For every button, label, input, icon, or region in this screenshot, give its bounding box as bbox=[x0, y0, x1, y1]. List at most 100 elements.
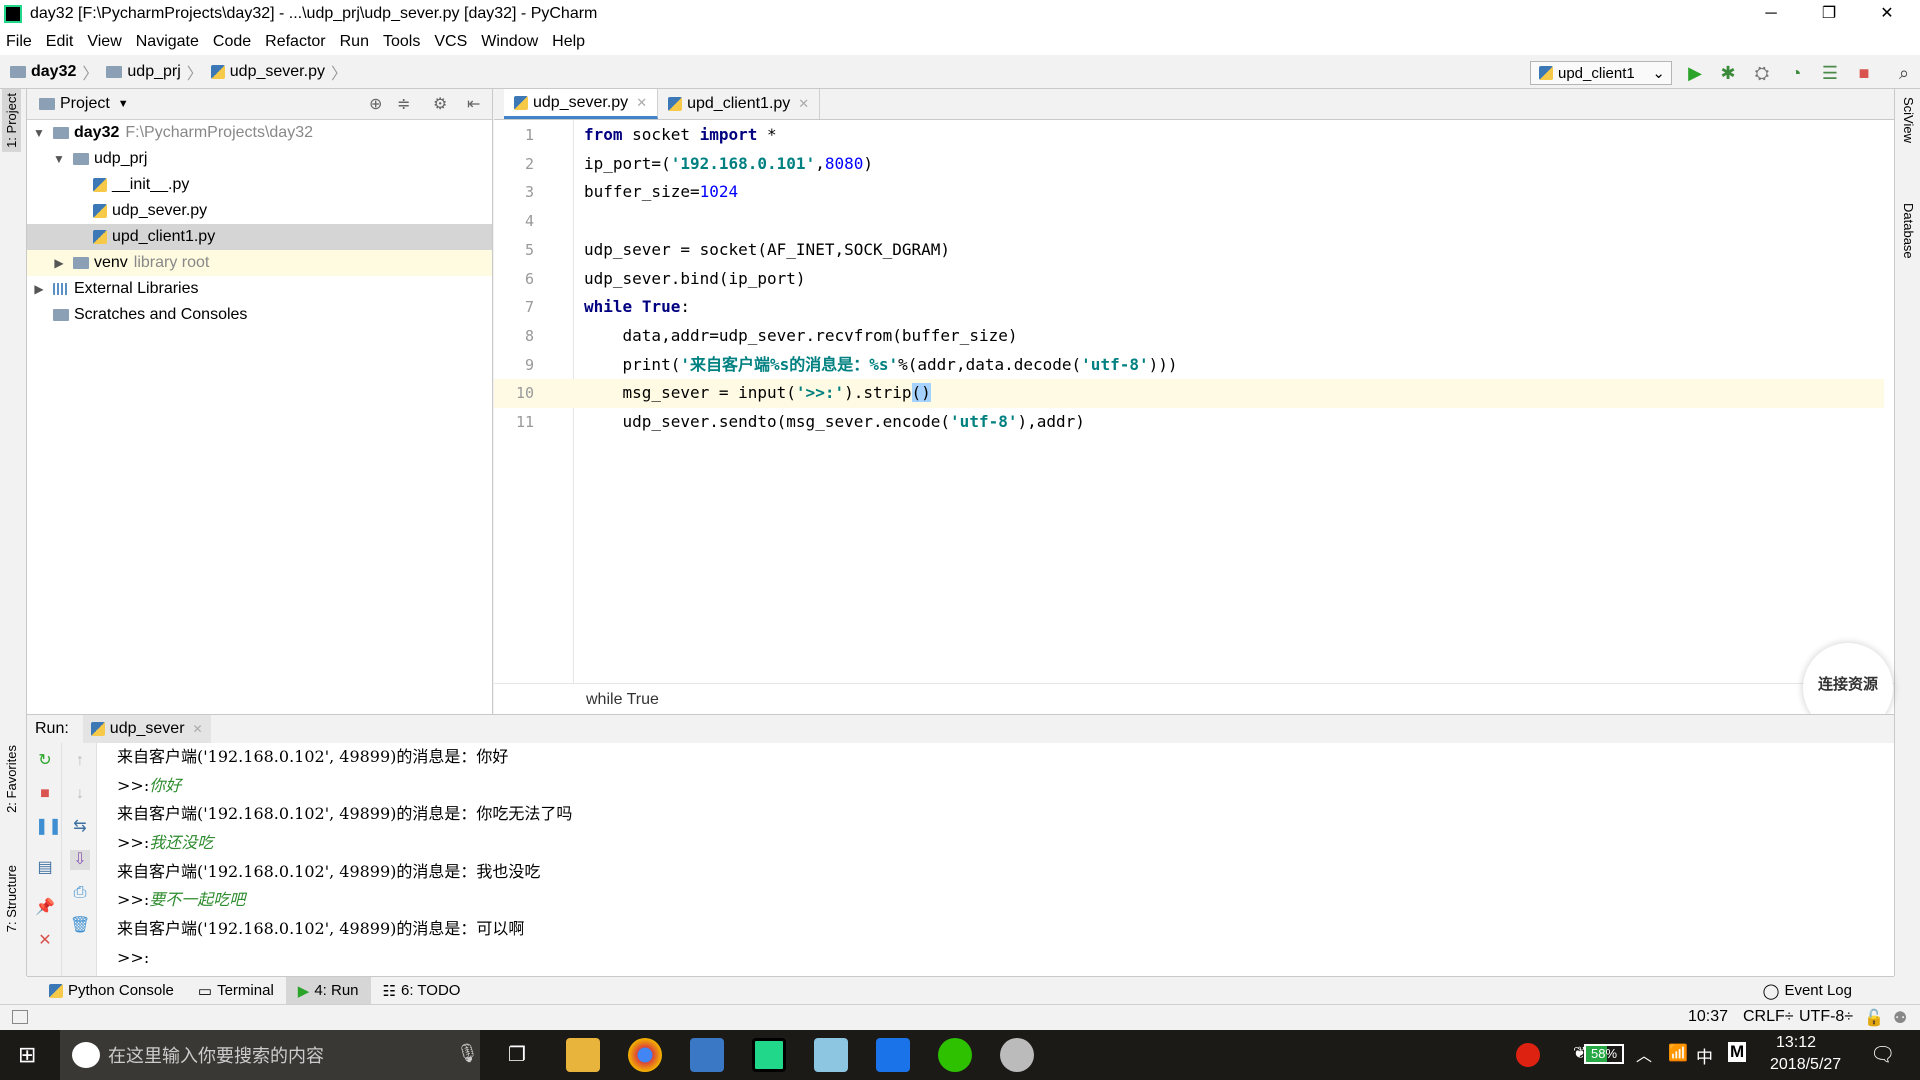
code-line[interactable]: 2 ip_port=('192.168.0.101',8080) bbox=[494, 150, 1884, 179]
menu-help[interactable]: Help bbox=[552, 33, 585, 51]
microphone-icon[interactable]: 🎙 bbox=[456, 1043, 479, 1064]
tree-item[interactable]: ▶ venv library root bbox=[27, 250, 492, 276]
file-explorer-icon[interactable] bbox=[566, 1038, 600, 1072]
chevron-up-icon[interactable]: ︿ bbox=[1636, 1042, 1652, 1066]
menu-tools[interactable]: Tools bbox=[383, 33, 420, 51]
restore-layout-icon[interactable]: ▤ bbox=[35, 858, 55, 878]
code-line[interactable]: 8 data,addr=udp_sever.recvfrom(buffer_si… bbox=[494, 322, 1884, 351]
app-icon[interactable] bbox=[814, 1038, 848, 1072]
ime-indicator[interactable]: 中 bbox=[1696, 1043, 1713, 1068]
scroll-to-end-icon[interactable]: ⇩ bbox=[70, 850, 90, 870]
collapse-all-icon[interactable]: ≑ bbox=[397, 94, 410, 114]
taskbar-search[interactable]: 在这里输入你要搜索的内容 🎙 bbox=[60, 1030, 480, 1080]
gear-icon[interactable]: ⚙ bbox=[433, 94, 447, 114]
expand-arrow-icon[interactable]: ▼ bbox=[51, 152, 67, 166]
concurrency-icon[interactable]: ☰ bbox=[1819, 62, 1841, 84]
menu-refactor[interactable]: Refactor bbox=[265, 33, 325, 51]
menu-view[interactable]: View bbox=[87, 33, 121, 51]
close-tab-icon[interactable]: ✕ bbox=[636, 95, 647, 111]
menu-vcs[interactable]: VCS bbox=[434, 33, 467, 51]
editor-tab[interactable]: upd_client1.py ✕ bbox=[658, 89, 821, 119]
action-center-icon[interactable]: 🗨 bbox=[1870, 1042, 1895, 1067]
code-line[interactable]: 11 udp_sever.sendto(msg_sever.encode('ut… bbox=[494, 408, 1884, 437]
menu-code[interactable]: Code bbox=[213, 33, 251, 51]
coverage-icon[interactable]: ⛭ bbox=[1751, 62, 1773, 84]
tool-tab-run[interactable]: ▶ 4: Run bbox=[285, 976, 371, 1005]
hide-panel-icon[interactable]: ⇤ bbox=[467, 94, 480, 114]
soft-wrap-icon[interactable]: ⇆ bbox=[70, 817, 90, 837]
stop-icon[interactable]: ■ bbox=[35, 784, 55, 804]
rerun-icon[interactable]: ↻ bbox=[35, 751, 55, 771]
inspector-icon[interactable]: ⚉ bbox=[1893, 1008, 1907, 1028]
code-line[interactable]: 4 bbox=[494, 207, 1884, 236]
code-line[interactable]: 7 while True: bbox=[494, 293, 1884, 322]
stop-icon[interactable]: ■ bbox=[1853, 62, 1875, 84]
clock-time[interactable]: 13:12 bbox=[1776, 1034, 1816, 1052]
code-line[interactable]: 1 from socket import * bbox=[494, 121, 1884, 150]
code-breadcrumb[interactable]: while True bbox=[494, 683, 1894, 714]
pin-icon[interactable]: 📌 bbox=[35, 898, 55, 918]
close-tab-icon[interactable]: ✕ bbox=[798, 96, 809, 112]
event-log-button[interactable]: ◯ Event Log bbox=[1751, 977, 1864, 1005]
nav-crumb-folder[interactable]: udp_prj 〉 bbox=[106, 60, 203, 84]
debug-icon[interactable]: ✱ bbox=[1717, 62, 1739, 84]
app-icon[interactable] bbox=[690, 1038, 724, 1072]
close-button[interactable]: ✕ bbox=[1858, 0, 1916, 28]
run-icon[interactable]: ▶ bbox=[1684, 62, 1706, 84]
tray-app-icon[interactable] bbox=[1516, 1043, 1540, 1067]
app-icon[interactable] bbox=[876, 1038, 910, 1072]
menu-navigate[interactable]: Navigate bbox=[136, 33, 199, 51]
wifi-icon[interactable]: 📶 bbox=[1668, 1043, 1688, 1063]
restore-button[interactable]: ❐ bbox=[1800, 0, 1858, 28]
code-line[interactable]: 3 buffer_size=1024 bbox=[494, 178, 1884, 207]
toggle-tool-windows-icon[interactable] bbox=[12, 1010, 28, 1024]
windows-start-icon[interactable]: ⊞ bbox=[18, 1042, 36, 1068]
code-line[interactable]: 6 udp_sever.bind(ip_port) bbox=[494, 265, 1884, 294]
run-configuration-select[interactable]: upd_client1 ⌄ bbox=[1530, 61, 1672, 85]
project-view-select[interactable]: Project bbox=[60, 95, 110, 113]
tree-item[interactable]: Scratches and Consoles bbox=[27, 302, 492, 328]
tool-tab-todo[interactable]: ☷ 6: TODO bbox=[371, 977, 473, 1005]
minimize-button[interactable]: ─ bbox=[1742, 0, 1800, 28]
tree-item[interactable]: upd_client1.py bbox=[27, 224, 492, 250]
search-icon[interactable]: ⌕ bbox=[1893, 62, 1915, 84]
clock-date[interactable]: 2018/5/27 bbox=[1770, 1056, 1841, 1074]
up-arrow-icon[interactable]: ↑ bbox=[70, 751, 90, 771]
trash-icon[interactable]: 🗑 bbox=[70, 916, 90, 936]
console-output[interactable]: 来自客户端('192.168.0.102', 49899)的消息是：你好 >>:你… bbox=[117, 743, 1887, 973]
code-line[interactable]: 10 msg_sever = input('>>:').strip() bbox=[494, 379, 1884, 408]
chevron-down-icon[interactable]: ▼ bbox=[118, 98, 129, 110]
tree-item[interactable]: ▼ day32 F:\PycharmProjects\day32 bbox=[27, 120, 492, 146]
nav-crumb-project[interactable]: day32 〉 bbox=[10, 60, 98, 84]
battery-indicator[interactable]: 58% bbox=[1584, 1044, 1624, 1064]
collapse-arrow-icon[interactable]: ▶ bbox=[51, 256, 67, 270]
menu-window[interactable]: Window bbox=[481, 33, 538, 51]
run-tab-udp-sever[interactable]: udp_sever ✕ bbox=[82, 715, 211, 743]
tree-item[interactable]: ▼ udp_prj bbox=[27, 146, 492, 172]
editor-tab[interactable]: udp_sever.py ✕ bbox=[504, 89, 659, 119]
side-tab-structure[interactable]: 7: Structure bbox=[2, 861, 21, 936]
caret-position[interactable]: 10:37 bbox=[1688, 1008, 1728, 1026]
pause-icon[interactable]: ❚❚ bbox=[35, 817, 62, 837]
menu-edit[interactable]: Edit bbox=[46, 33, 74, 51]
profile-icon[interactable]: ◔ bbox=[1785, 62, 1807, 84]
code-line[interactable]: 9 print('来自客户端%s的消息是：%s'%(addr,data.deco… bbox=[494, 351, 1884, 380]
side-tab-database[interactable]: Database bbox=[1899, 199, 1918, 263]
menu-file[interactable]: File bbox=[6, 33, 32, 51]
close-icon[interactable]: ✕ bbox=[35, 931, 55, 951]
file-encoding[interactable]: UTF-8÷ bbox=[1799, 1008, 1853, 1026]
chrome-icon[interactable] bbox=[628, 1038, 662, 1072]
menu-run[interactable]: Run bbox=[340, 33, 369, 51]
line-separator[interactable]: CRLF÷ bbox=[1743, 1008, 1794, 1026]
wechat-icon[interactable] bbox=[938, 1038, 972, 1072]
tool-tab-terminal[interactable]: ▭ Terminal bbox=[186, 977, 286, 1005]
down-arrow-icon[interactable]: ↓ bbox=[70, 784, 90, 804]
paint-icon[interactable] bbox=[1000, 1038, 1034, 1072]
tree-item[interactable]: __init__.py bbox=[27, 172, 492, 198]
expand-arrow-icon[interactable]: ▼ bbox=[31, 126, 47, 140]
side-tab-sciview[interactable]: SciView bbox=[1899, 93, 1918, 147]
tree-item[interactable]: ▶ External Libraries bbox=[27, 276, 492, 302]
side-tab-favorites[interactable]: 2: Favorites bbox=[2, 741, 21, 817]
tree-item[interactable]: udp_sever.py bbox=[27, 198, 492, 224]
close-tab-icon[interactable]: ✕ bbox=[193, 722, 203, 736]
